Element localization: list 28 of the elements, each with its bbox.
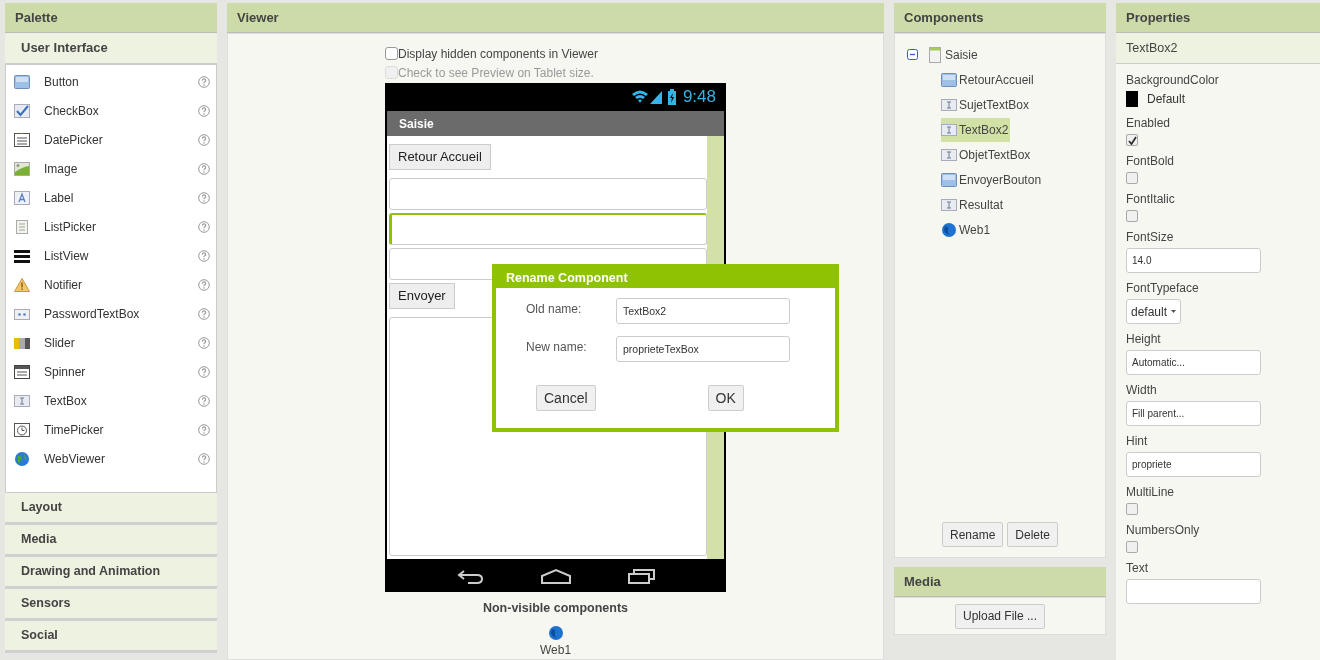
field-label: Old name: xyxy=(525,301,583,318)
checkbox-label: Check to see Preview on Tablet size. xyxy=(398,64,594,82)
panel-header: Properties xyxy=(1116,3,1320,33)
panel-header: Palette xyxy=(5,3,217,33)
property-label: FontItalic xyxy=(1126,192,1175,207)
panel-header: Viewer xyxy=(227,3,884,33)
status-time: 9:48 xyxy=(682,86,716,109)
property-label: MultiLine xyxy=(1126,485,1175,500)
checkbox-label: Display hidden components in Viewer xyxy=(398,45,598,63)
property-label: Hint xyxy=(1126,434,1148,449)
selected-component: TextBox2 xyxy=(1116,33,1320,64)
field-label: New name: xyxy=(525,339,588,356)
property-label: Text xyxy=(1126,561,1148,576)
property-label: FontSize xyxy=(1126,230,1174,245)
panel-header: Components xyxy=(894,3,1106,33)
component-label: Web1 xyxy=(539,641,572,659)
property-label: FontTypeface xyxy=(1126,281,1199,296)
property-label: BackgroundColor xyxy=(1126,73,1219,88)
dialog-title: Rename Component xyxy=(496,268,835,288)
section-title: Non-visible components xyxy=(482,600,629,617)
property-label: Width xyxy=(1126,383,1157,398)
screen-title: Saisie xyxy=(387,111,724,136)
property-label: Height xyxy=(1126,332,1161,347)
panel-header: Media xyxy=(894,567,1106,597)
property-label: NumbersOnly xyxy=(1126,523,1200,538)
property-label: FontBold xyxy=(1126,154,1175,169)
property-label: Enabled xyxy=(1126,116,1171,131)
property-value: Default xyxy=(1147,91,1186,108)
